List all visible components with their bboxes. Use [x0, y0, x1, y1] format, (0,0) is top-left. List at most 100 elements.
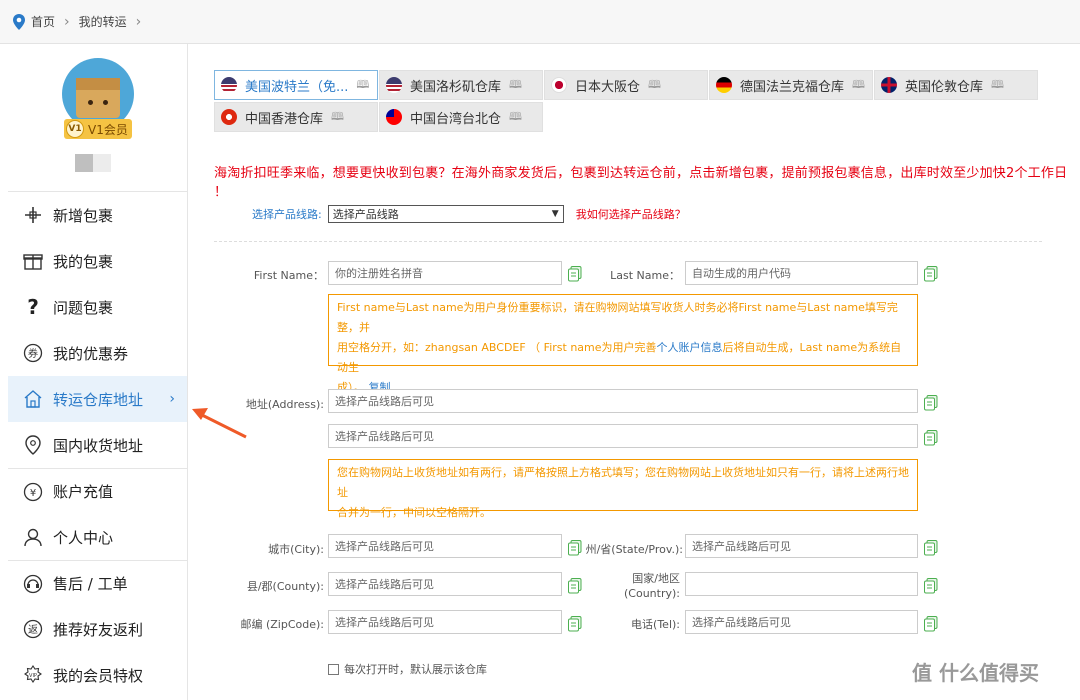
- tab-label: 日本大阪仓: [575, 79, 641, 95]
- tab-hong-kong[interactable]: 中国香港仓库 🕮: [214, 102, 378, 132]
- sidebar-item-add-package[interactable]: 新增包裹: [8, 192, 187, 238]
- svg-text:券: 券: [28, 347, 38, 360]
- sidebar-item-coupons[interactable]: 券 我的优惠券: [8, 330, 187, 376]
- route-label: 选择产品线路:: [252, 208, 322, 221]
- vip-icon: VIP: [22, 664, 44, 686]
- watermark: 值 什么值得买: [912, 657, 1039, 686]
- sidebar-item-domestic-address[interactable]: 国内收货地址: [8, 422, 187, 468]
- yen-icon: ¥: [22, 481, 44, 503]
- copy-icon[interactable]: [924, 578, 938, 594]
- breadcrumb: 首页 › 我的转运 ›: [0, 0, 1080, 44]
- book-icon[interactable]: 🕮: [648, 76, 661, 95]
- breadcrumb-current: 我的转运: [78, 15, 127, 29]
- member-badge-label: V1会员: [88, 122, 128, 137]
- plus-icon: [22, 204, 44, 226]
- country-field[interactable]: [685, 572, 918, 596]
- tab-label: 中国香港仓库: [245, 111, 324, 127]
- address-line1-field[interactable]: 选择产品线路后可见: [328, 389, 918, 413]
- user-icon: [22, 526, 44, 548]
- copy-icon[interactable]: [924, 395, 938, 411]
- zip-field[interactable]: 选择产品线路后可见: [328, 610, 562, 634]
- sidebar-item-personal-center[interactable]: 个人中心: [8, 514, 187, 560]
- country-label: 国家/地区 (Country):: [600, 571, 680, 601]
- box-mascot-icon: [76, 78, 120, 118]
- sidebar-item-label: 我的优惠券: [53, 344, 129, 363]
- first-name-field[interactable]: 你的注册姓名拼音: [328, 261, 562, 285]
- location-pin-icon: [22, 434, 44, 456]
- tab-label: 美国波特兰（免...: [245, 79, 349, 95]
- city-label: 城市(City):: [268, 543, 324, 556]
- state-field[interactable]: 选择产品线路后可见: [685, 534, 918, 558]
- svg-text:返: 返: [28, 624, 38, 636]
- tip-line: 用空格分开，如：zhangsan ABCDEF （ First name为用户完…: [337, 341, 657, 354]
- member-badge: V1 V1会员: [64, 119, 132, 139]
- uk-flag-icon: [881, 77, 897, 93]
- checkbox-label: 每次打开时，默认展示该仓库: [344, 663, 487, 676]
- sidebar-item-problem-packages[interactable]: ? 问题包裹: [8, 284, 187, 330]
- sidebar-item-after-sales[interactable]: 售后 / 工单: [8, 560, 187, 606]
- tab-label: 德国法兰克福仓库: [740, 79, 845, 95]
- sidebar-item-label: 我的包裹: [53, 252, 114, 271]
- username-mask: [75, 154, 93, 172]
- book-icon[interactable]: 🕮: [331, 108, 344, 127]
- sidebar-item-my-packages[interactable]: 我的包裹: [8, 238, 187, 284]
- tab-us-portland[interactable]: 美国波特兰（免... 🕮: [214, 70, 378, 100]
- us-flag-icon: [386, 77, 402, 93]
- germany-flag-icon: [716, 77, 732, 93]
- japan-flag-icon: [551, 77, 567, 93]
- sidebar-item-referral[interactable]: 返 推荐好友返利: [8, 606, 187, 652]
- route-help-link[interactable]: 我如何选择产品线路？: [576, 206, 686, 222]
- svg-text:¥: ¥: [30, 488, 36, 499]
- hongkong-flag-icon: [221, 109, 237, 125]
- zip-label: 邮编 (ZipCode):: [240, 618, 324, 631]
- sidebar-item-recharge[interactable]: ¥ 账户充值: [8, 468, 187, 514]
- copy-icon[interactable]: [924, 616, 938, 632]
- copy-icon[interactable]: [924, 266, 938, 282]
- last-name-field[interactable]: 自动生成的用户代码: [685, 261, 918, 285]
- last-name-label: Last Name：: [610, 269, 680, 282]
- address-label: 地址(Address):: [245, 398, 324, 411]
- tab-germany-frankfurt[interactable]: 德国法兰克福仓库 🕮: [709, 70, 873, 100]
- book-icon[interactable]: 🕮: [356, 76, 369, 95]
- tab-uk-london[interactable]: 英国伦敦仓库 🕮: [874, 70, 1038, 100]
- us-flag-icon: [221, 77, 237, 93]
- route-select[interactable]: 选择产品线路 ▼: [327, 205, 564, 223]
- copy-icon[interactable]: [924, 430, 938, 446]
- county-field[interactable]: 选择产品线路后可见: [328, 572, 562, 596]
- headset-icon: [22, 573, 44, 595]
- checkbox-box[interactable]: [328, 663, 339, 675]
- copy-icon[interactable]: [924, 540, 938, 556]
- chevron-right-icon: ›: [169, 391, 175, 407]
- breadcrumb-home-link[interactable]: 首页: [31, 13, 55, 30]
- book-icon[interactable]: 🕮: [852, 76, 865, 95]
- account-info-link[interactable]: 个人账户信息: [657, 341, 723, 354]
- tab-label: 英国伦敦仓库: [905, 79, 984, 95]
- copy-icon[interactable]: [568, 540, 582, 556]
- chevron-right-icon: ›: [135, 13, 142, 30]
- tab-taipei[interactable]: 中国台湾台北仓 🕮: [379, 102, 543, 132]
- tel-field[interactable]: 选择产品线路后可见: [685, 610, 918, 634]
- vip-level-icon: V1: [66, 120, 84, 138]
- sidebar-item-label: 个人中心: [53, 528, 114, 547]
- sidebar-item-label: 推荐好友返利: [53, 620, 144, 639]
- tip-line: 您在购物网站上收货地址如有两行，请严格按照上方格式填写；您在购物网站上收货地址如…: [337, 466, 909, 499]
- rebate-icon: 返: [22, 618, 44, 640]
- sidebar-item-warehouse-address[interactable]: 转运仓库地址 ›: [8, 376, 187, 422]
- city-field[interactable]: 选择产品线路后可见: [328, 534, 562, 558]
- address-line2-field[interactable]: 选择产品线路后可见: [328, 424, 918, 448]
- default-warehouse-checkbox[interactable]: 每次打开时，默认展示该仓库: [328, 661, 487, 677]
- copy-icon[interactable]: [568, 266, 582, 282]
- sidebar-item-label: 售后 / 工单: [53, 575, 128, 593]
- book-icon[interactable]: 🕮: [509, 76, 522, 95]
- tab-label: 中国台湾台北仓: [410, 111, 502, 127]
- copy-icon[interactable]: [568, 616, 582, 632]
- home-icon: [22, 388, 44, 410]
- book-icon[interactable]: 🕮: [991, 76, 1004, 95]
- tab-us-los-angeles[interactable]: 美国洛杉矶仓库 🕮: [379, 70, 543, 100]
- copy-icon[interactable]: [568, 578, 582, 594]
- tab-japan-osaka[interactable]: 日本大阪仓 🕮: [544, 70, 708, 100]
- sidebar-item-vip-privileges[interactable]: VIP 我的会员特权: [8, 652, 187, 698]
- book-icon[interactable]: 🕮: [509, 108, 522, 127]
- taiwan-flag-icon: [386, 109, 402, 125]
- coupon-icon: 券: [22, 342, 44, 364]
